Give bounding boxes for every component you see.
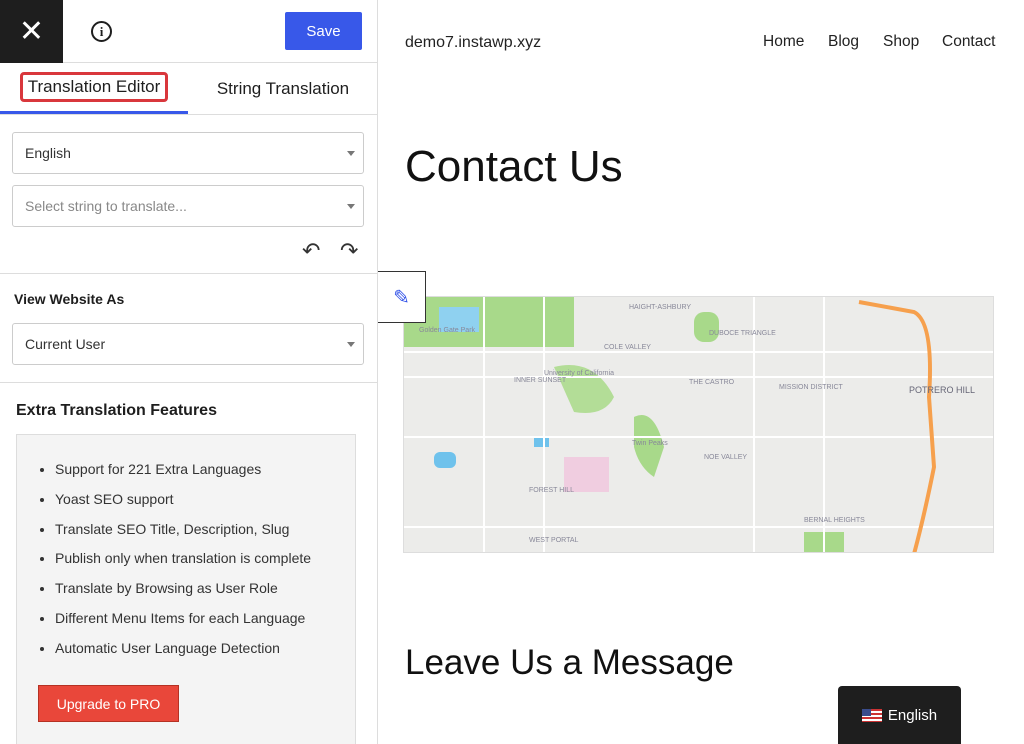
language-switcher[interactable]: English	[838, 686, 961, 744]
lake	[534, 437, 549, 447]
edit-pencil-icon[interactable]: ✎	[378, 271, 426, 323]
map-label: BERNAL HEIGHTS	[804, 517, 865, 524]
site-title[interactable]: demo7.instawp.xyz	[405, 34, 541, 52]
map-label: University of California	[544, 370, 614, 377]
map-graphic: Golden Gate Park HAIGHT-ASHBURY COLE VAL…	[404, 297, 993, 552]
feature-item: Support for 221 Extra Languages	[55, 461, 355, 491]
nav-contact[interactable]: Contact	[942, 33, 995, 51]
feature-item: Yoast SEO support	[55, 491, 355, 521]
feature-item: Publish only when translation is complet…	[55, 550, 355, 580]
language-select[interactable]: English	[12, 132, 364, 174]
map-label: Twin Peaks	[632, 440, 668, 447]
map-label: MISSION DISTRICT	[779, 384, 844, 391]
map-label: WEST PORTAL	[529, 537, 579, 544]
park	[404, 297, 574, 347]
map-label: HAIGHT-ASHBURY	[629, 304, 691, 311]
save-button[interactable]: Save	[285, 12, 362, 50]
view-as-heading: View Website As	[14, 291, 125, 307]
tab-string-translation[interactable]: String Translation	[188, 63, 377, 114]
feature-item: Translate by Browsing as User Role	[55, 580, 355, 610]
map-label: COLE VALLEY	[604, 344, 651, 351]
extra-features-heading: Extra Translation Features	[16, 402, 217, 419]
undo-icon[interactable]: ↶	[302, 238, 320, 264]
us-flag-icon	[861, 708, 882, 722]
map[interactable]: Golden Gate Park HAIGHT-ASHBURY COLE VAL…	[403, 296, 994, 553]
divider	[0, 382, 377, 383]
park	[694, 312, 719, 342]
map-label: POTRERO HILL	[909, 385, 975, 395]
upgrade-to-pro-button[interactable]: Upgrade to PRO	[38, 685, 179, 722]
tab-label: Translation Editor	[19, 72, 169, 102]
close-icon[interactable]: ✕	[0, 0, 63, 63]
feature-item: Automatic User Language Detection	[55, 640, 355, 670]
map-label: INNER SUNSET	[514, 377, 567, 384]
info-icon[interactable]: i	[91, 21, 112, 42]
map-label: FOREST HILL	[529, 487, 574, 494]
tab-translation-editor[interactable]: Translation Editor	[0, 63, 188, 114]
translation-sidebar: ✕ i Save Translation Editor String Trans…	[0, 0, 378, 744]
map-label: NOE VALLEY	[704, 454, 747, 461]
view-as-select[interactable]: Current User	[12, 323, 364, 365]
section-title: Leave Us a Message	[405, 643, 734, 682]
map-label: DUBOCE TRIANGLE	[709, 330, 776, 337]
divider	[0, 273, 377, 274]
sidebar-toolbar: ✕ i Save	[0, 0, 377, 63]
map-label: THE CASTRO	[689, 379, 735, 386]
website-preview: demo7.instawp.xyz Home Blog Shop Contact…	[378, 0, 1024, 744]
feature-item: Translate SEO Title, Description, Slug	[55, 521, 355, 551]
nav-home[interactable]: Home	[763, 33, 804, 51]
language-label: English	[887, 706, 938, 724]
page-title: Contact Us	[405, 142, 623, 191]
nav-shop[interactable]: Shop	[883, 33, 919, 51]
map-label: Golden Gate Park	[419, 327, 476, 334]
nav-blog[interactable]: Blog	[828, 33, 859, 51]
editor-tabs: Translation Editor String Translation	[0, 63, 377, 115]
feature-item: Different Menu Items for each Language	[55, 610, 355, 640]
lake	[434, 452, 456, 468]
extra-features-box: Support for 221 Extra Languages Yoast SE…	[16, 434, 356, 744]
highway	[858, 300, 937, 552]
redo-icon[interactable]: ↷	[340, 238, 358, 264]
string-select[interactable]: Select string to translate...	[12, 185, 364, 227]
